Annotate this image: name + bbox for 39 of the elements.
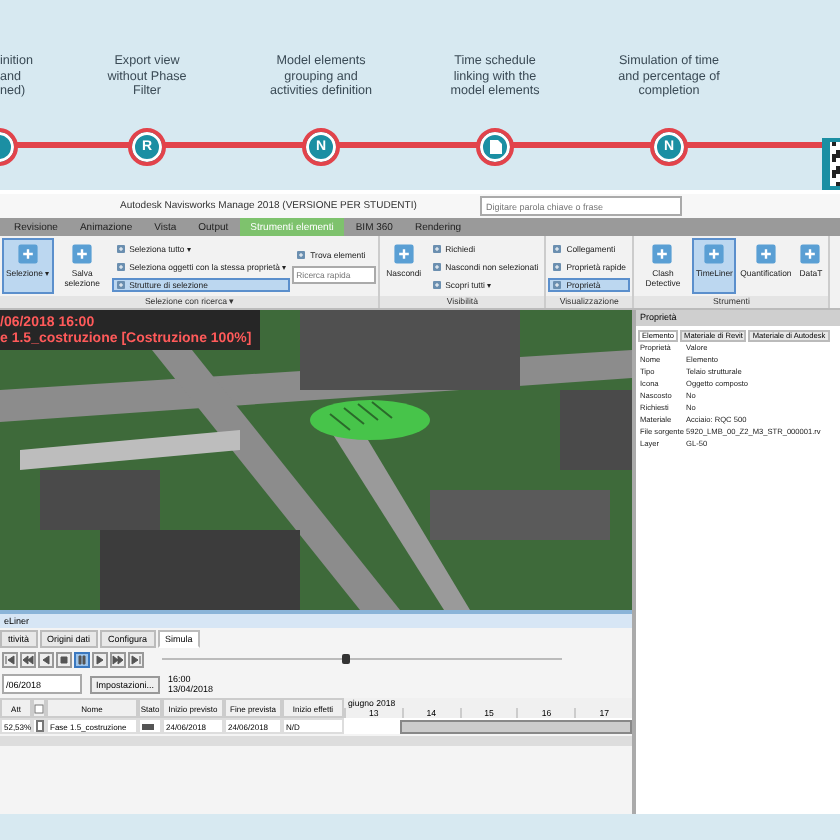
row-checkbox[interactable] [36, 720, 44, 732]
slider-thumb[interactable] [342, 654, 350, 664]
playback-button[interactable] [110, 651, 126, 667]
tool-icon [431, 261, 442, 271]
playback-button[interactable] [38, 651, 54, 667]
status-icon [142, 723, 154, 729]
tool-icon [431, 279, 442, 289]
tool-icon [15, 242, 40, 266]
tool-icon [552, 243, 563, 253]
tool-icon [431, 243, 442, 253]
checkbox-icon [34, 703, 44, 713]
playback-button[interactable] [92, 651, 108, 667]
tool-icon [753, 242, 778, 266]
tool-icon [798, 242, 823, 266]
tool-icon [115, 243, 126, 253]
playback-button[interactable] [128, 651, 144, 667]
playback-button[interactable] [2, 651, 18, 667]
stop-icon [58, 653, 70, 665]
document-icon [489, 140, 501, 154]
tool-icon [391, 242, 416, 266]
playback-button[interactable] [20, 651, 36, 667]
back-icon [40, 653, 52, 665]
pause-icon [76, 653, 88, 665]
tool-icon [650, 242, 675, 266]
tool-icon [115, 279, 126, 289]
forward-icon [112, 653, 124, 665]
last-icon [130, 653, 142, 665]
playback-button[interactable] [74, 651, 90, 667]
tool-icon [702, 242, 727, 266]
tool-icon [552, 279, 563, 289]
play-icon [94, 653, 106, 665]
tool-icon [70, 242, 95, 266]
rewind-icon [22, 653, 34, 665]
first-icon [4, 653, 16, 665]
tool-icon [115, 261, 126, 271]
tool-icon [552, 261, 563, 271]
scrollbar[interactable] [0, 736, 632, 746]
playback-button[interactable] [56, 651, 72, 667]
tool-icon [296, 250, 307, 260]
